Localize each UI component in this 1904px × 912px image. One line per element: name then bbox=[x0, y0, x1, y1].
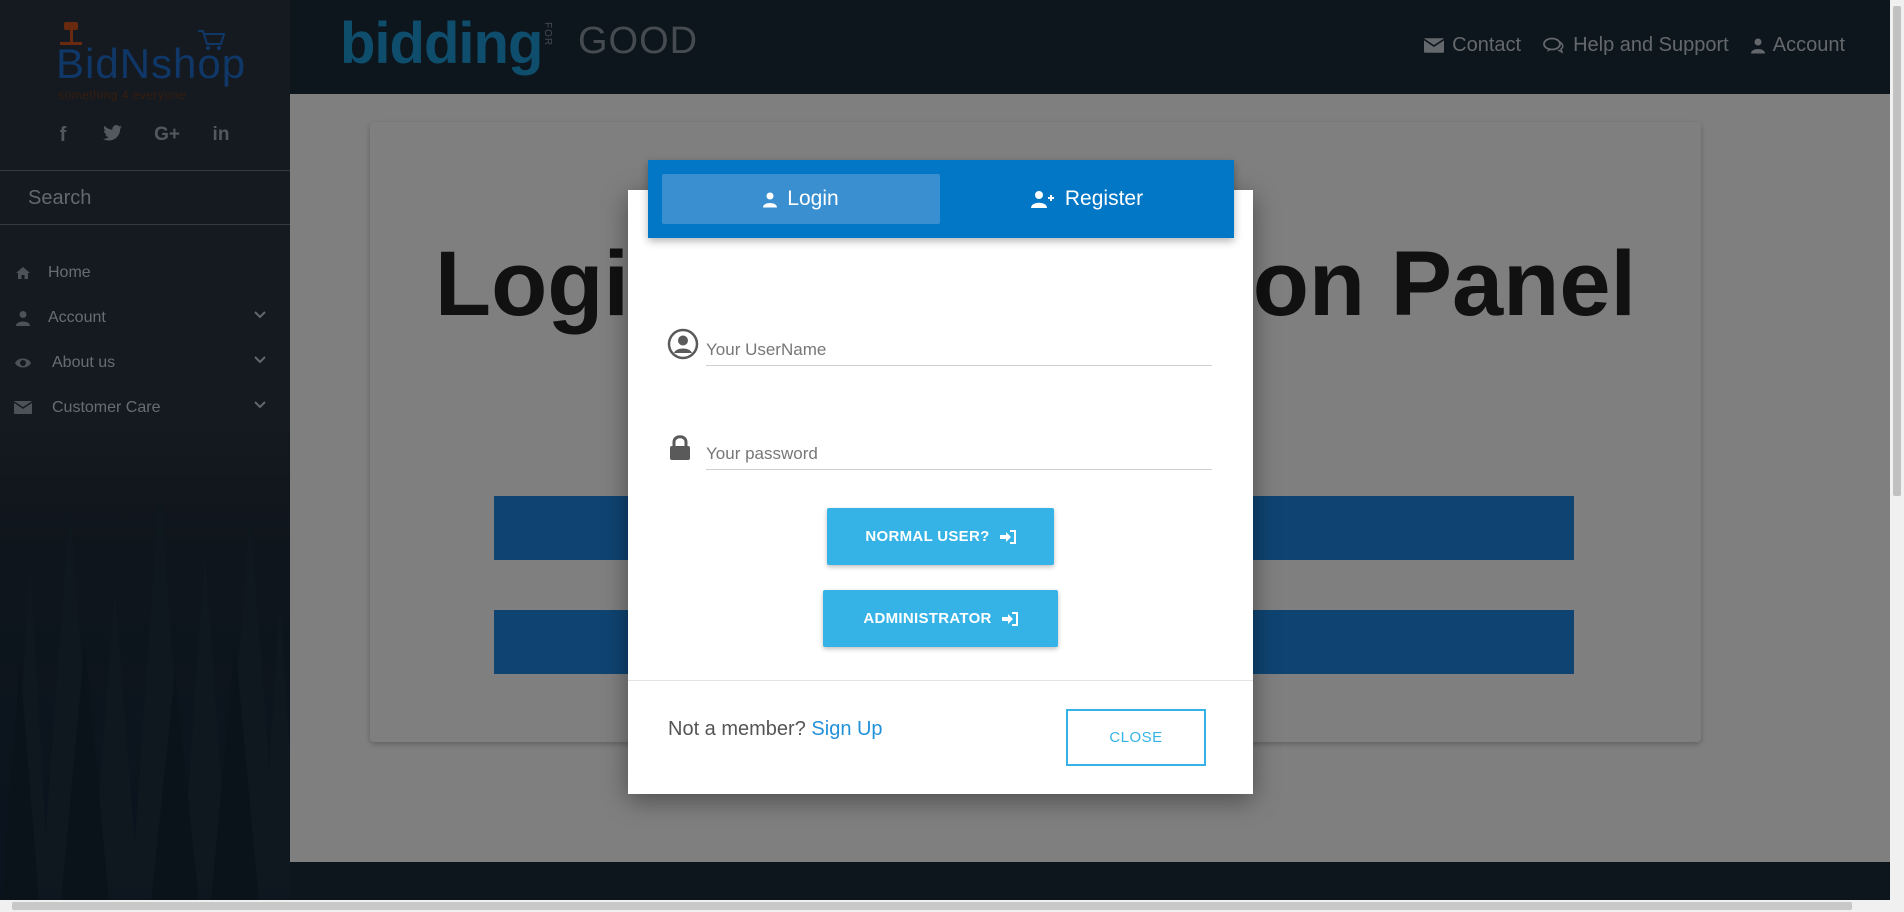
horizontal-scrollbar[interactable] bbox=[0, 900, 1904, 912]
password-input[interactable] bbox=[706, 434, 1212, 464]
sign-in-icon bbox=[999, 529, 1016, 544]
tab-register[interactable]: Register bbox=[948, 174, 1226, 224]
tab-register-label: Register bbox=[1064, 187, 1144, 210]
user-plus-icon bbox=[1030, 191, 1054, 208]
administrator-label: ADMINISTRATOR bbox=[863, 610, 992, 627]
sign-in-icon bbox=[1001, 611, 1018, 626]
username-field[interactable] bbox=[706, 330, 1212, 366]
tab-login[interactable]: Login bbox=[662, 174, 940, 224]
modal-footer-divider bbox=[628, 680, 1253, 681]
administrator-login-button[interactable]: ADMINISTRATOR bbox=[823, 590, 1058, 647]
not-member-text: Not a member? Sign Up bbox=[668, 718, 883, 741]
normal-user-login-button[interactable]: NORMAL USER? bbox=[827, 508, 1054, 565]
login-modal bbox=[628, 190, 1253, 794]
vertical-scrollbar-thumb[interactable] bbox=[1893, 6, 1901, 496]
sign-up-link[interactable]: Sign Up bbox=[811, 718, 882, 740]
not-member-label: Not a member? bbox=[668, 718, 806, 740]
modal-tabs: Login Register bbox=[648, 160, 1234, 238]
vertical-scrollbar[interactable] bbox=[1890, 0, 1904, 902]
close-button[interactable]: CLOSE bbox=[1066, 709, 1206, 766]
username-input[interactable] bbox=[706, 330, 1212, 360]
password-field[interactable] bbox=[706, 434, 1212, 470]
normal-user-label: NORMAL USER? bbox=[865, 528, 990, 545]
lock-icon bbox=[670, 435, 690, 460]
tab-login-label: Login bbox=[787, 187, 839, 210]
user-icon bbox=[763, 192, 778, 207]
user-circle-icon bbox=[667, 328, 699, 360]
horizontal-scrollbar-thumb[interactable] bbox=[12, 902, 1852, 910]
